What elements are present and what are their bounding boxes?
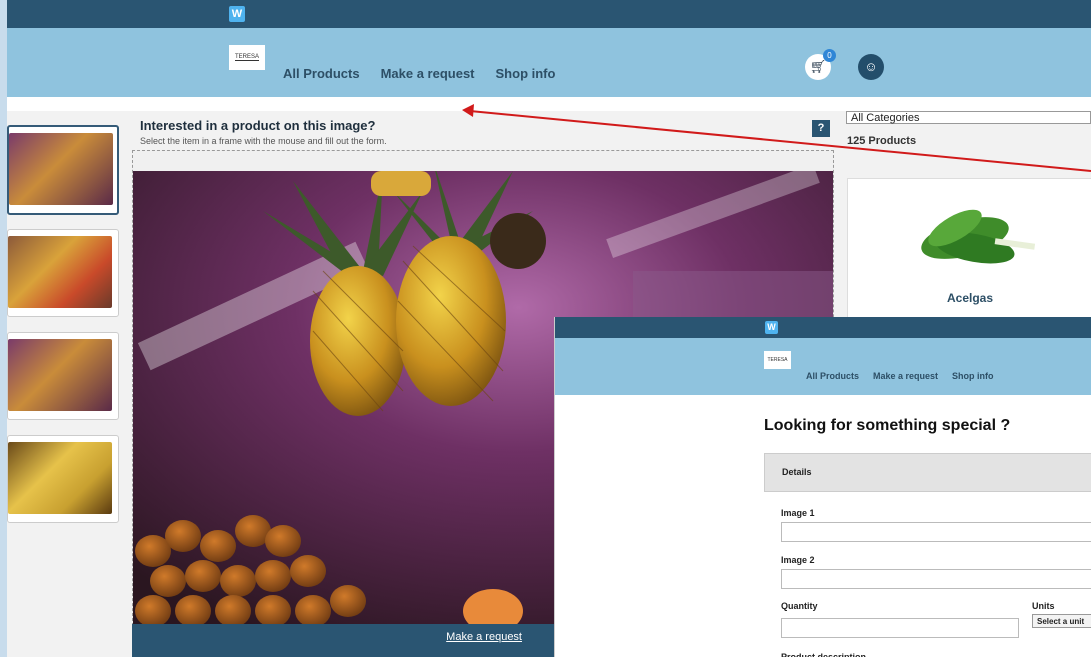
units-select[interactable]: Select a unit	[1032, 614, 1091, 628]
overlay-w-logo[interactable]: W	[765, 321, 778, 334]
thumbnail-image	[8, 442, 112, 514]
thumbnail-image	[8, 236, 112, 308]
overlay-nav-shop-info[interactable]: Shop info	[952, 371, 994, 381]
thumbnail-2[interactable]	[7, 229, 119, 317]
nav-all-products[interactable]: All Products	[283, 66, 360, 81]
overlay-brand-logo[interactable]: TERESA	[764, 351, 791, 369]
thumbnail-3[interactable]	[7, 332, 119, 420]
image1-label: Image 1	[781, 508, 815, 518]
details-tab[interactable]: Details	[764, 453, 1091, 492]
product-count: 125 Products	[847, 135, 917, 147]
help-button[interactable]: ?	[812, 120, 830, 137]
cart-count-badge: 0	[823, 49, 836, 62]
user-icon: ☺︎	[864, 59, 878, 74]
quantity-input[interactable]	[781, 618, 1019, 638]
overlay-top-bar: W	[555, 317, 1091, 338]
cart-icon: 🛒︎	[809, 59, 827, 74]
details-tab-label: Details	[782, 467, 812, 477]
overlay-nav-all-products[interactable]: All Products	[806, 371, 859, 381]
overlay-nav-make-request[interactable]: Make a request	[873, 371, 938, 381]
w-logo[interactable]: W	[229, 6, 245, 22]
spacer	[0, 97, 1091, 111]
request-form-title: Looking for something special ?	[764, 417, 1011, 434]
image-subtitle: Select the item in a frame with the mous…	[140, 136, 387, 146]
thumbnail-4[interactable]	[7, 435, 119, 523]
user-account-button[interactable]: ☺︎	[858, 54, 884, 80]
navbar: TERESA All Products Make a request Shop …	[0, 28, 1091, 97]
product-card[interactable]: Acelgas	[847, 178, 1091, 330]
left-edge-strip	[0, 0, 7, 657]
image2-input[interactable]	[781, 569, 1091, 589]
image-title: Interested in a product on this image?	[140, 118, 376, 133]
request-bar: Make a request	[132, 624, 554, 657]
thumbnail-image	[8, 339, 112, 411]
make-request-link[interactable]: Make a request	[446, 631, 522, 643]
thumbnail-1[interactable]	[7, 125, 119, 215]
image-header: Interested in a product on this image? S…	[140, 118, 387, 146]
overlay-navbar: TERESA All Products Make a request Shop …	[555, 338, 1091, 395]
product-image	[905, 193, 1043, 286]
cart-button[interactable]: 🛒︎ 0	[805, 49, 836, 80]
category-select[interactable]: All Categories	[846, 111, 1091, 124]
thumbnail-image	[9, 133, 113, 205]
brand-name: TERESA	[234, 54, 259, 61]
nav-make-request[interactable]: Make a request	[381, 66, 475, 81]
image1-input[interactable]	[781, 522, 1091, 542]
description-label: Product description	[781, 652, 867, 657]
quantity-label: Quantity	[781, 601, 818, 611]
product-name[interactable]: Acelgas	[848, 291, 1091, 305]
units-label: Units	[1032, 601, 1055, 611]
image2-label: Image 2	[781, 555, 815, 565]
nav-shop-info[interactable]: Shop info	[496, 66, 556, 81]
request-form-overlay: W TERESA All Products Make a request Sho…	[554, 317, 1091, 657]
overlay-brand-name: TERESA	[767, 357, 788, 363]
top-bar: W	[0, 0, 1091, 28]
brand-logo[interactable]: TERESA	[229, 45, 265, 70]
